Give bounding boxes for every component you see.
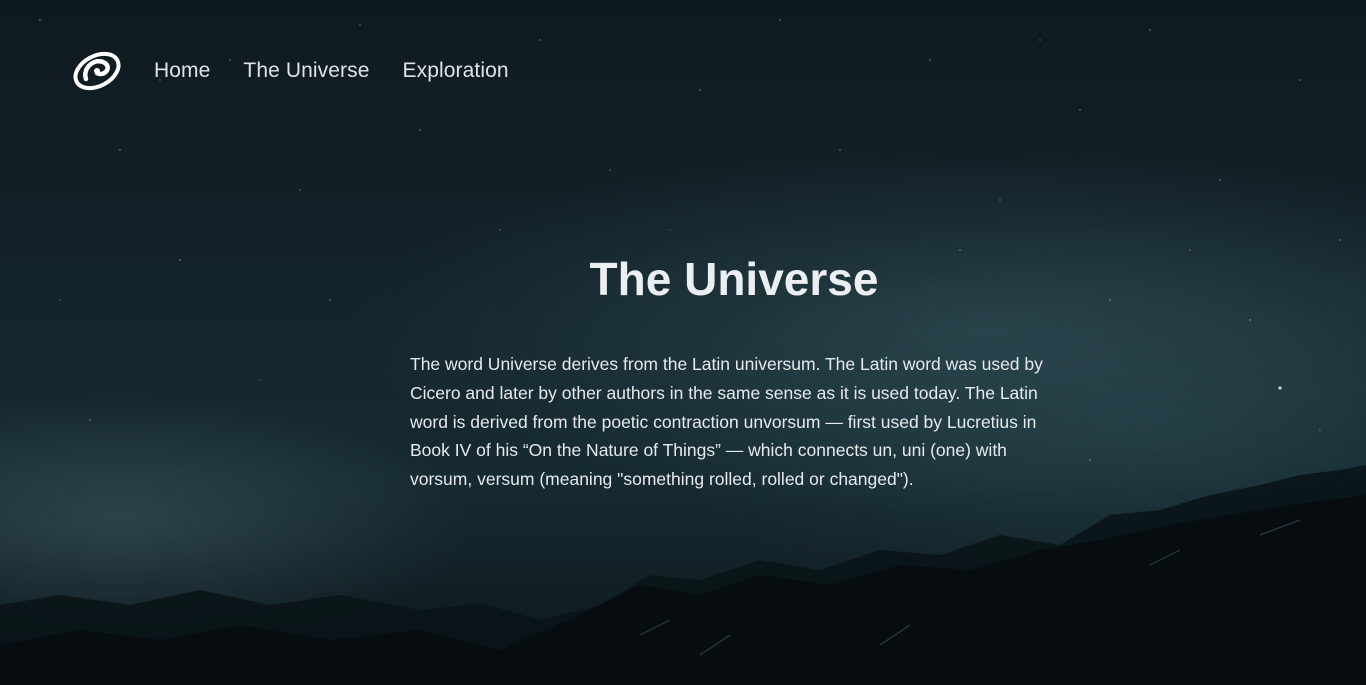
main-navbar: Home The Universe Exploration [72,45,542,97]
nav-link-home[interactable]: Home [154,59,210,83]
starfield-background [39,19,1341,461]
spiral-galaxy-icon[interactable] [72,46,122,96]
nav-link-the-universe[interactable]: The Universe [243,59,369,83]
page-title: The Universe [589,253,879,305]
nav-link-exploration[interactable]: Exploration [403,59,509,83]
hero-description: The word Universe derives from the Latin… [410,354,1043,490]
